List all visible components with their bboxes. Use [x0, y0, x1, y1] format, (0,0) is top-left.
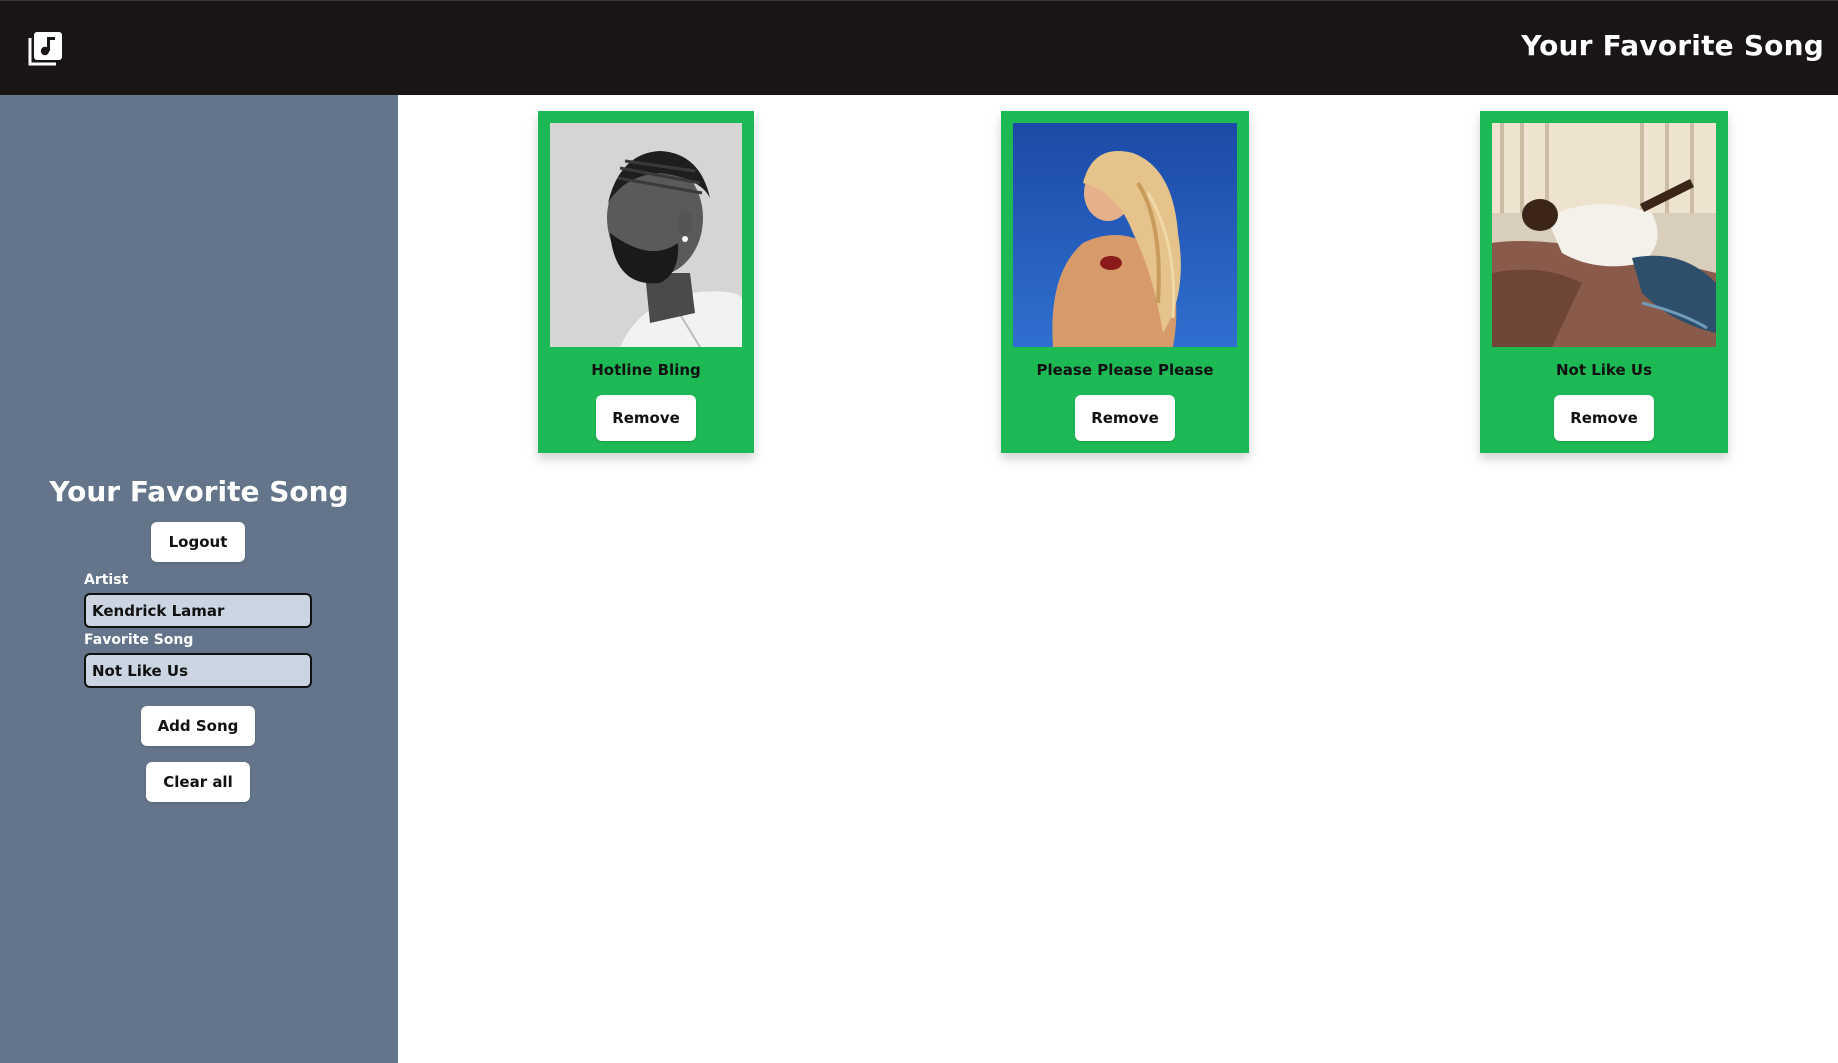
top-navbar: Your Favorite Song [0, 0, 1838, 95]
remove-button[interactable]: Remove [596, 395, 696, 441]
add-song-button[interactable]: Add Song [141, 706, 255, 746]
song-card: Hotline Bling Remove [538, 111, 754, 453]
artist-input[interactable] [84, 593, 312, 628]
favorite-song-input[interactable] [84, 653, 312, 688]
app-title: Your Favorite Song [1521, 29, 1824, 62]
song-title: Please Please Please [1036, 361, 1214, 379]
favorite-song-label: Favorite Song [84, 632, 194, 648]
song-title: Hotline Bling [591, 361, 701, 379]
artist-label: Artist [84, 572, 129, 588]
remove-button[interactable]: Remove [1554, 395, 1654, 441]
sidebar-title: Your Favorite Song [49, 475, 349, 508]
song-card: Not Like Us Remove [1480, 111, 1728, 453]
artist-photo [550, 123, 742, 347]
artist-photo [1492, 123, 1716, 347]
remove-button[interactable]: Remove [1075, 395, 1175, 441]
clear-all-button[interactable]: Clear all [146, 762, 250, 802]
song-card: Please Please Please Remove [1001, 111, 1249, 453]
music-library-icon[interactable] [27, 31, 63, 67]
sidebar: Your Favorite Song Logout Artist Favorit… [0, 95, 398, 1063]
song-title: Not Like Us [1555, 361, 1653, 379]
artist-photo [1013, 123, 1237, 347]
logout-button[interactable]: Logout [151, 522, 245, 562]
